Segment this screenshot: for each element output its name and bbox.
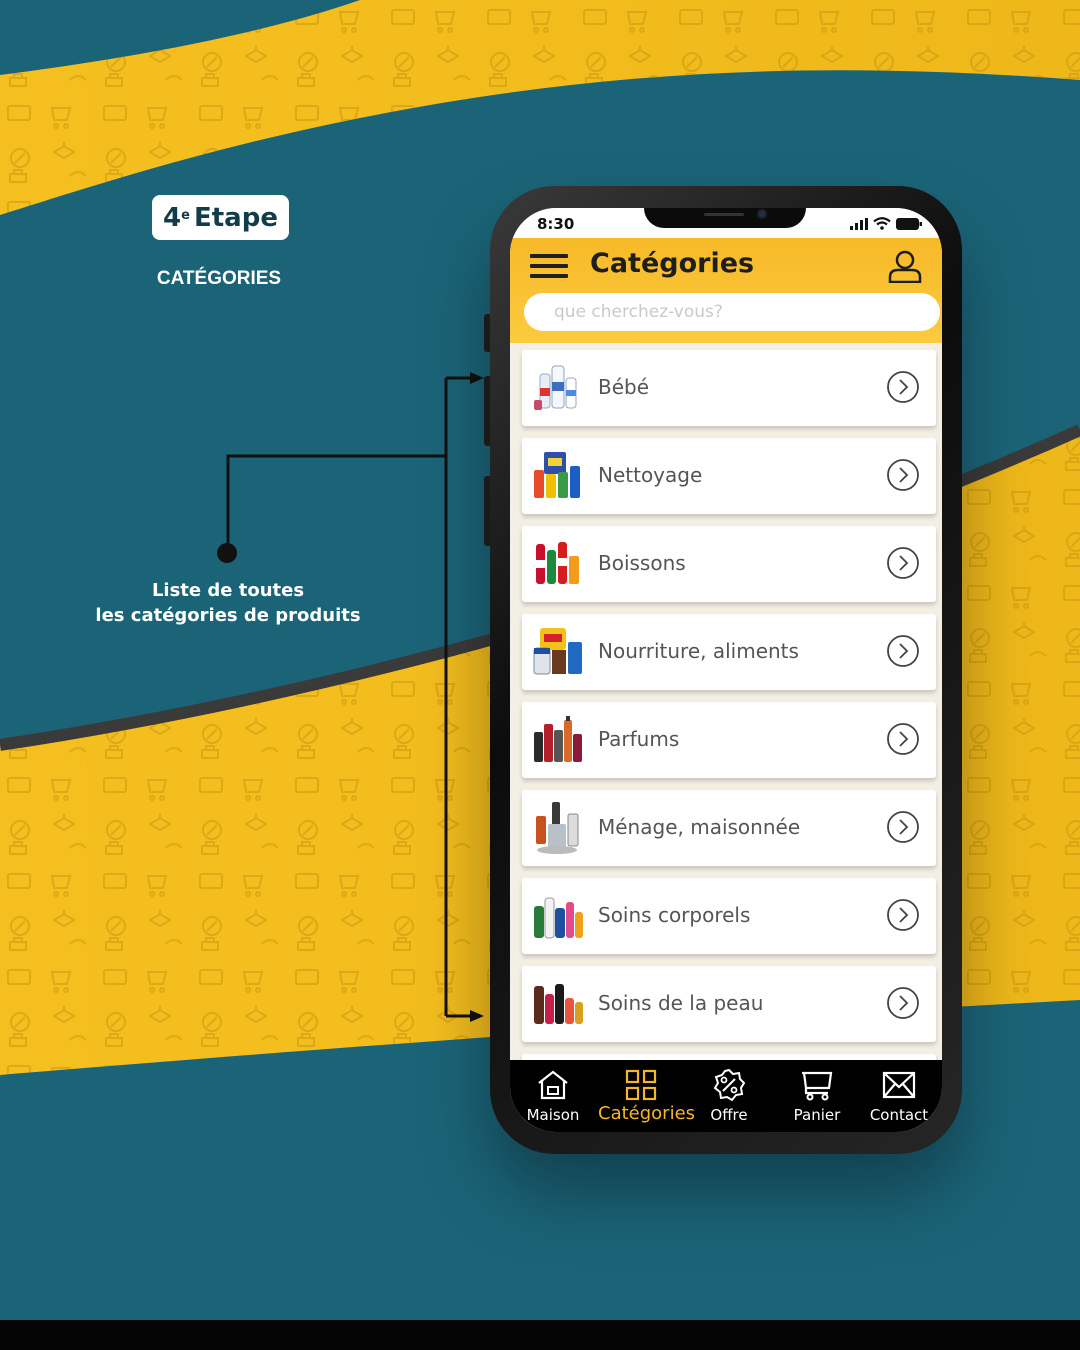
category-card-bebe[interactable]: Bébé xyxy=(522,350,936,426)
food-icon xyxy=(533,628,582,675)
nav-item-maison[interactable]: Maison xyxy=(510,1060,596,1132)
callout-text: Liste de toutes les catégories de produi… xyxy=(88,578,368,628)
category-card-boissons[interactable]: Boissons xyxy=(522,526,936,602)
baby-products-icon xyxy=(534,365,577,410)
wifi-icon xyxy=(873,217,891,230)
nav-label: Panier xyxy=(793,1106,841,1124)
user-profile-icon[interactable] xyxy=(888,249,922,283)
offer-percent-icon xyxy=(713,1068,746,1102)
chevron-right-icon[interactable] xyxy=(886,370,920,404)
status-time: 8:30 xyxy=(537,215,575,233)
menu-icon-bar xyxy=(530,264,568,268)
bottom-navigation: Maison Catégories Offre Panier Contact xyxy=(510,1060,942,1132)
category-label: Parfums xyxy=(598,727,680,751)
phone-volume-down xyxy=(484,476,490,546)
step-number: 4 xyxy=(163,202,182,233)
front-camera xyxy=(757,209,767,219)
callout-line-2: les catégories de produits xyxy=(95,605,361,626)
nav-item-panier[interactable]: Panier xyxy=(774,1060,860,1132)
phone-mockup: 8:30 Catégories que cherchez-vous? Bébé … xyxy=(484,186,962,1154)
callout-line-1: Liste de toutes xyxy=(151,580,305,601)
signal-icon xyxy=(850,218,868,230)
bottom-black-bar xyxy=(0,1320,1080,1350)
skin-care-icon xyxy=(534,984,583,1024)
phone-screen: 8:30 Catégories que cherchez-vous? Bébé … xyxy=(510,208,942,1132)
menu-icon-bar xyxy=(530,274,568,278)
chevron-right-icon[interactable] xyxy=(886,986,920,1020)
category-card-parfums[interactable]: Parfums xyxy=(522,702,936,778)
step-badge: 4 e Etape xyxy=(152,195,289,240)
category-card-menage[interactable]: Ménage, maisonnée xyxy=(522,790,936,866)
search-input[interactable] xyxy=(524,293,940,331)
cart-icon xyxy=(802,1071,833,1101)
step-title: CATÉGORIES xyxy=(156,268,282,289)
battery-icon xyxy=(896,218,922,230)
status-icons xyxy=(850,217,922,230)
chevron-right-icon[interactable] xyxy=(886,634,920,668)
category-card-nourriture[interactable]: Nourriture, aliments xyxy=(522,614,936,690)
cleaning-products-icon xyxy=(534,452,580,498)
category-card-soins-corporels[interactable]: Soins corporels xyxy=(522,878,936,954)
perfume-icon xyxy=(534,716,582,762)
category-label: Nourriture, aliments xyxy=(598,639,799,663)
household-icon xyxy=(536,802,579,854)
chevron-right-icon[interactable] xyxy=(886,458,920,492)
category-card-nettoyage[interactable]: Nettoyage xyxy=(522,438,936,514)
nav-item-categories[interactable]: Catégories xyxy=(598,1060,696,1132)
category-card-soins-peau[interactable]: Soins de la peau xyxy=(522,966,936,1042)
step-word: Etape xyxy=(193,202,278,233)
grid-icon xyxy=(625,1069,657,1101)
home-icon xyxy=(538,1070,568,1100)
chevron-right-icon[interactable] xyxy=(886,722,920,756)
chevron-right-icon[interactable] xyxy=(886,546,920,580)
phone-side-button xyxy=(484,314,490,352)
menu-button[interactable] xyxy=(530,254,568,284)
nav-label: Contact xyxy=(869,1106,929,1124)
nav-label: Offre xyxy=(710,1106,748,1124)
phone-notch xyxy=(644,208,806,228)
menu-icon-bar xyxy=(530,254,568,258)
step-suffix: e xyxy=(181,208,190,223)
phone-volume-up xyxy=(484,376,490,446)
nav-item-offre[interactable]: Offre xyxy=(686,1060,772,1132)
speaker xyxy=(704,213,744,216)
nav-label: Catégories xyxy=(598,1103,696,1124)
category-label: Soins corporels xyxy=(598,903,751,927)
page-title: Catégories xyxy=(590,248,755,279)
mail-icon xyxy=(882,1071,916,1099)
chevron-right-icon[interactable] xyxy=(886,810,920,844)
category-label: Soins de la peau xyxy=(598,991,764,1015)
chevron-right-icon[interactable] xyxy=(886,898,920,932)
nav-item-contact[interactable]: Contact xyxy=(856,1060,942,1132)
category-label: Bébé xyxy=(598,375,650,399)
body-care-icon xyxy=(534,897,583,939)
category-label: Nettoyage xyxy=(598,463,703,487)
drinks-icon xyxy=(536,542,579,584)
category-label: Boissons xyxy=(598,551,686,575)
nav-label: Maison xyxy=(526,1106,580,1124)
category-label: Ménage, maisonnée xyxy=(598,815,801,839)
app-header: Catégories xyxy=(510,238,942,343)
